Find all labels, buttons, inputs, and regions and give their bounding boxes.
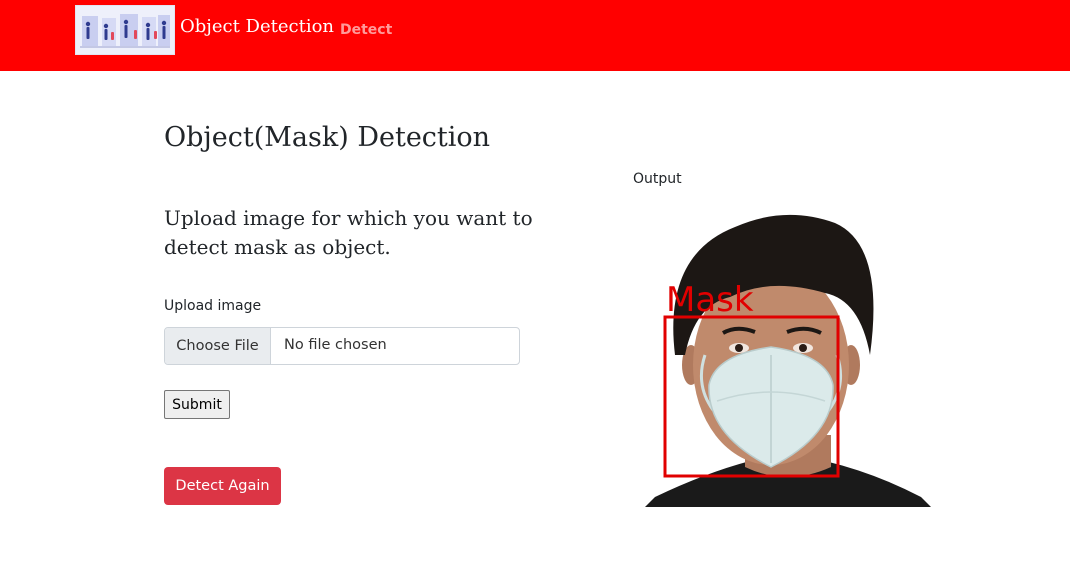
- brand-logo[interactable]: [75, 5, 175, 55]
- nav-link-detect[interactable]: Detect: [340, 22, 392, 38]
- detection-label: Mask: [666, 280, 754, 320]
- output-detection-image: Mask: [645, 205, 931, 507]
- upload-image-label: Upload image: [164, 298, 262, 314]
- output-label: Output: [633, 171, 682, 187]
- navbar: Object Detection Detect: [0, 0, 1070, 71]
- file-upload-input[interactable]: Choose File No file chosen: [164, 327, 520, 365]
- upload-instructions: Upload image for which you want to detec…: [164, 206, 533, 259]
- file-status-text: No file chosen: [284, 337, 387, 353]
- brand-title[interactable]: Object Detection: [180, 16, 334, 37]
- submit-button[interactable]: Submit: [164, 390, 230, 419]
- choose-file-button[interactable]: Choose File: [165, 328, 271, 364]
- detect-again-button[interactable]: Detect Again: [164, 467, 281, 505]
- page-title: Object(Mask) Detection: [164, 122, 491, 153]
